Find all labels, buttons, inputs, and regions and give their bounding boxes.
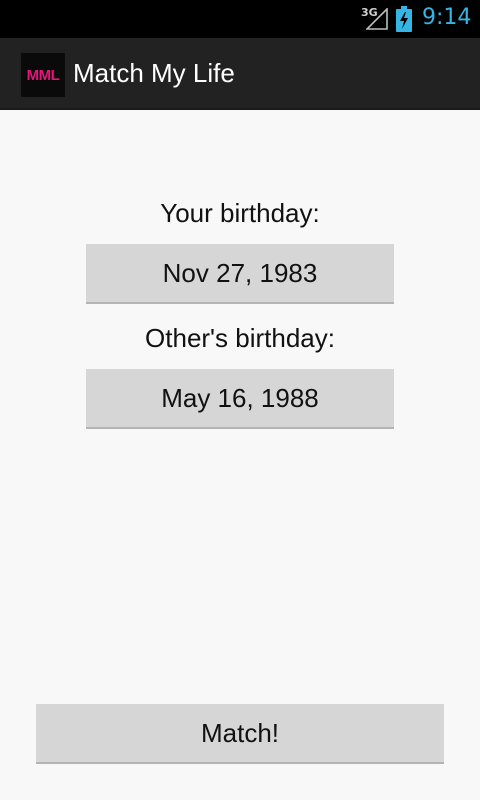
other-birthday-label: Other's birthday:: [145, 323, 335, 353]
your-birthday-label: Your birthday:: [160, 198, 320, 228]
status-clock: 9:14: [422, 5, 472, 30]
action-bar: MML Match My Life: [0, 38, 480, 110]
app-title: Match My Life: [73, 58, 235, 88]
battery-charging-icon: [396, 6, 412, 32]
status-bar: 3G 9:14: [0, 0, 480, 38]
app-logo-icon[interactable]: MML: [21, 53, 65, 97]
match-button[interactable]: Match!: [36, 704, 444, 764]
your-birthday-button[interactable]: Nov 27, 1983: [86, 244, 394, 304]
other-birthday-button[interactable]: May 16, 1988: [86, 369, 394, 429]
signal-icon: [366, 8, 388, 30]
